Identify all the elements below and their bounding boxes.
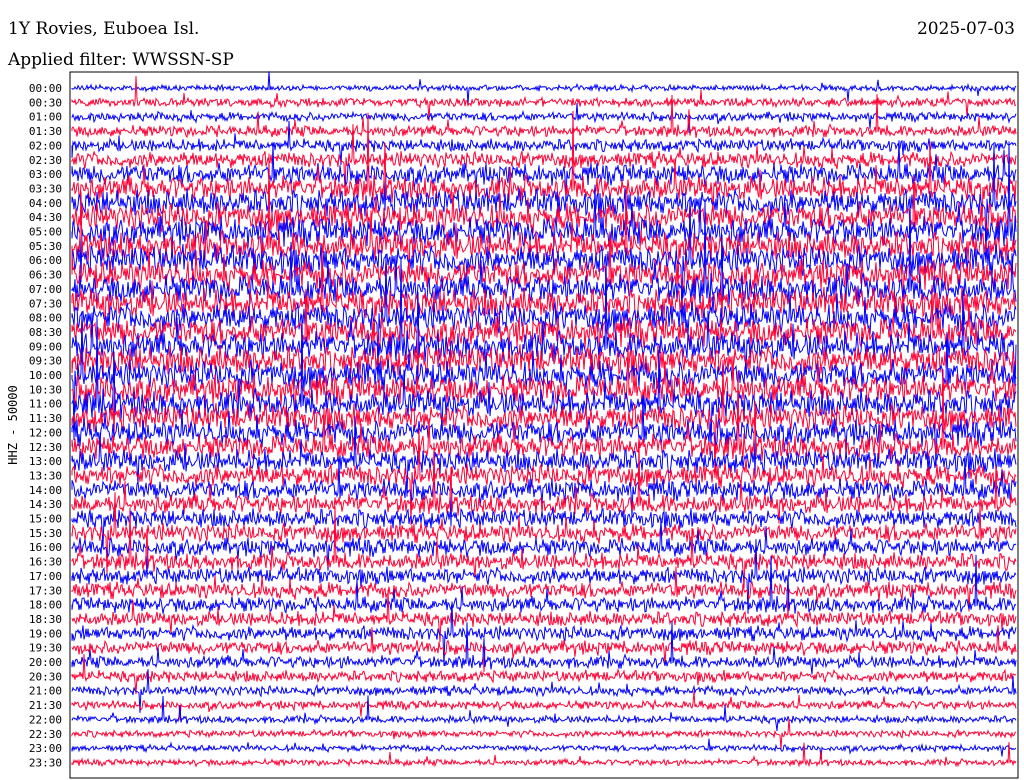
time-tick-label: 20:00 bbox=[29, 656, 62, 669]
time-tick-label: 01:30 bbox=[29, 125, 62, 138]
time-tick-label: 09:00 bbox=[29, 340, 62, 353]
time-tick-label: 07:00 bbox=[29, 283, 62, 296]
time-tick-label: 22:30 bbox=[29, 728, 62, 741]
seismic-trace bbox=[71, 690, 1017, 721]
trace-group bbox=[71, 71, 1017, 768]
tick-group: 00:0000:30 01:0001:3002:00 02:3003:0003:30… bbox=[29, 82, 62, 769]
seismic-trace bbox=[71, 71, 1017, 105]
time-tick-label: 02:30 bbox=[29, 154, 62, 167]
time-tick-label: 15:00 bbox=[29, 513, 62, 526]
helicorder-plot: 00:0000:30 01:0001:3002:00 02:3003:0003:30… bbox=[29, 71, 1019, 779]
time-tick-label: 00:30 bbox=[29, 96, 62, 109]
time-tick-label: 05:30 bbox=[29, 240, 62, 253]
time-tick-label: 05:00 bbox=[29, 226, 62, 239]
seismic-trace bbox=[71, 738, 1017, 760]
seismic-trace bbox=[71, 695, 1017, 731]
time-tick-label: 13:30 bbox=[29, 469, 62, 482]
time-tick-label: 12:30 bbox=[29, 441, 62, 454]
time-tick-label: 14:00 bbox=[29, 484, 62, 497]
time-tick-label: 15:30 bbox=[29, 527, 62, 540]
time-tick-label: 21:30 bbox=[29, 699, 62, 712]
time-tick-label: 04:30 bbox=[29, 211, 62, 224]
seismic-trace bbox=[71, 124, 1017, 197]
time-tick-label: 12:00 bbox=[29, 426, 62, 439]
time-tick-label: 23:30 bbox=[29, 756, 62, 769]
seismic-trace bbox=[71, 742, 1017, 768]
time-tick-label: 19:30 bbox=[29, 642, 62, 655]
time-tick-label: 21:00 bbox=[29, 685, 62, 698]
time-tick-label: 09:30 bbox=[29, 355, 62, 368]
time-tick-label: 06:00 bbox=[29, 254, 62, 267]
time-tick-label: 03:30 bbox=[29, 182, 62, 195]
time-tick-label: 10:30 bbox=[29, 383, 62, 396]
time-tick-label: 11:30 bbox=[29, 412, 62, 425]
time-tick-label: 11:00 bbox=[29, 398, 62, 411]
time-tick-label: 20:30 bbox=[29, 670, 62, 683]
time-tick-label: 18:30 bbox=[29, 613, 62, 626]
time-tick-label: 16:30 bbox=[29, 556, 62, 569]
time-tick-label: 06:30 bbox=[29, 269, 62, 282]
seismic-trace bbox=[71, 718, 1017, 750]
time-tick-label: 14:30 bbox=[29, 498, 62, 511]
time-tick-label: 04:00 bbox=[29, 197, 62, 210]
time-tick-label: 00:00 bbox=[29, 82, 62, 95]
time-tick-label: 08:30 bbox=[29, 326, 62, 339]
time-tick-label: 23:00 bbox=[29, 742, 62, 755]
time-tick-label: 17:00 bbox=[29, 570, 62, 583]
time-tick-label: 16:00 bbox=[29, 541, 62, 554]
time-tick-label: 10:00 bbox=[29, 369, 62, 382]
time-tick-label: 13:00 bbox=[29, 455, 62, 468]
time-tick-label: 22:00 bbox=[29, 713, 62, 726]
time-tick-label: 18:00 bbox=[29, 599, 62, 612]
time-tick-label: 02:00 bbox=[29, 139, 62, 152]
time-tick-label: 08:00 bbox=[29, 312, 62, 325]
time-tick-label: 19:00 bbox=[29, 627, 62, 640]
time-tick-label: 17:30 bbox=[29, 584, 62, 597]
time-tick-label: 01:00 bbox=[29, 111, 62, 124]
time-tick-label: 07:30 bbox=[29, 297, 62, 310]
time-tick-label: 03:00 bbox=[29, 168, 62, 181]
seismic-trace bbox=[71, 601, 1017, 666]
